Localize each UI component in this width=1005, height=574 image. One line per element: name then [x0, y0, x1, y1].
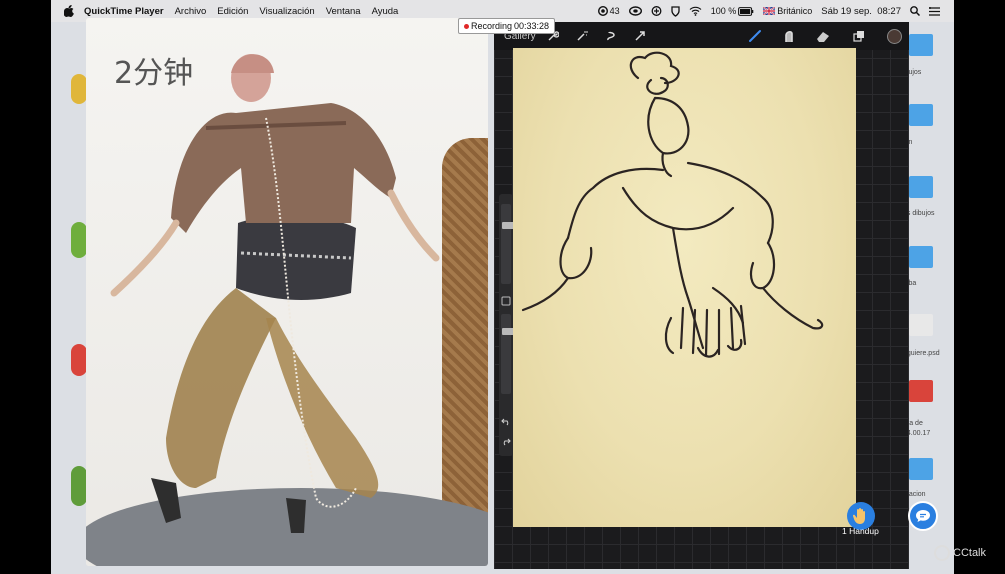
procreate-window: Gallery [494, 22, 909, 569]
recording-indicator[interactable]: Recording 00:33:28 [458, 18, 556, 34]
selection-icon[interactable] [604, 29, 618, 43]
battery-icon [738, 6, 754, 16]
canvas-sketch [521, 51, 824, 358]
smudge-icon[interactable] [782, 29, 796, 43]
uk-flag-icon [763, 7, 776, 15]
desktop-folder-icon[interactable] [909, 34, 933, 56]
magic-wand-icon[interactable] [575, 29, 589, 43]
keyboard-layout-label: Británico [777, 6, 813, 16]
menu-ventana[interactable]: Ventana [326, 6, 361, 17]
brush-icon[interactable] [748, 29, 762, 43]
menu-visualizacion[interactable]: Visualización [259, 6, 314, 17]
wifi-icon[interactable] [689, 6, 702, 16]
screen-mirror-icon[interactable] [651, 6, 662, 16]
notification-count-label: 43 [609, 6, 620, 16]
chat-bubble-icon [916, 510, 930, 522]
control-menu-icon[interactable] [929, 6, 940, 16]
desktop-folder-icon[interactable] [909, 104, 933, 126]
eraser-icon[interactable] [816, 29, 830, 43]
video-timer-overlay-text: 2分钟 [114, 56, 194, 91]
notification-count[interactable]: 43 [597, 6, 620, 16]
creative-cloud-icon[interactable] [628, 6, 642, 16]
brush-size-slider[interactable] [501, 204, 514, 284]
layers-icon[interactable] [852, 29, 866, 43]
recording-dot-icon [464, 23, 469, 29]
status-area: 43 100 % Británico Sáb 19 sep. 08:27 [597, 0, 940, 22]
drawing-canvas[interactable] [513, 48, 856, 527]
notification-icon [597, 6, 608, 16]
desktop-left-icons [51, 62, 87, 522]
handup-count-label: 1 Handup [842, 526, 879, 536]
spotlight-search-icon[interactable] [910, 6, 920, 16]
clock[interactable]: Sáb 19 sep. 08:27 [821, 6, 901, 17]
desktop-folder-icon[interactable] [909, 458, 933, 480]
desktop-decor-icon [71, 344, 87, 376]
procreate-side-panel [499, 194, 514, 456]
recording-time: 00:33:28 [514, 21, 550, 31]
desktop-folder-icon[interactable] [909, 246, 933, 268]
vpn-icon[interactable] [671, 5, 680, 17]
raised-hand-icon [853, 508, 865, 524]
desktop-file-icon[interactable] [909, 314, 933, 336]
menu-edicion[interactable]: Edición [217, 6, 248, 17]
desktop-image-file-icon[interactable] [909, 380, 933, 402]
desktop-decor-icon [71, 222, 87, 258]
cctalk-logo-icon [934, 545, 950, 561]
desktop-decor-icon [71, 74, 87, 104]
keyboard-layout[interactable]: Británico [763, 6, 812, 16]
brush-opacity-slider[interactable] [501, 314, 514, 394]
cctalk-brand-label: CCtalk [953, 547, 987, 559]
apple-menu-icon[interactable] [63, 5, 75, 17]
chat-button[interactable] [908, 501, 938, 531]
desktop-folder-icon[interactable] [909, 176, 933, 198]
procreate-toolbar: Gallery [494, 22, 909, 50]
video-dancer-figure [110, 54, 440, 533]
recording-label: Recording [471, 21, 513, 31]
menu-app-name[interactable]: QuickTime Player [84, 6, 164, 17]
menu-archivo[interactable]: Archivo [175, 6, 207, 17]
modify-button-icon[interactable] [501, 296, 511, 306]
color-swatch[interactable] [887, 29, 902, 44]
redo-icon[interactable] [501, 436, 511, 446]
battery-status[interactable]: 100 % [711, 6, 755, 16]
undo-icon[interactable] [501, 416, 511, 426]
quicktime-video-window[interactable]: 2分钟 [86, 18, 488, 566]
menu-ayuda[interactable]: Ayuda [372, 6, 399, 17]
battery-label: 100 % [710, 6, 737, 16]
transform-icon[interactable] [633, 29, 647, 43]
cctalk-watermark: CCtalk [934, 545, 986, 561]
desktop-decor-icon [71, 466, 87, 506]
